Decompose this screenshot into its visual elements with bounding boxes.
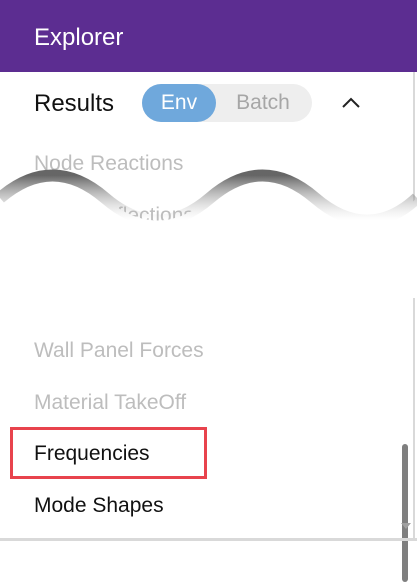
list-item-node-deflections[interactable]: Node Deflections xyxy=(34,204,194,228)
vertical-scrollbar[interactable] xyxy=(398,72,415,582)
results-label: Results xyxy=(34,90,115,117)
toggle-option-batch[interactable]: Batch xyxy=(220,84,306,122)
list-item-node-reactions[interactable]: Node Reactions xyxy=(34,152,183,176)
frequencies-highlight xyxy=(10,427,207,479)
list-item-wall-panel-forces[interactable]: Wall Panel Forces xyxy=(34,339,204,363)
explorer-title: Explorer xyxy=(34,24,124,51)
scroll-down-arrow-icon[interactable] xyxy=(401,523,411,529)
env-batch-toggle[interactable]: Env Batch xyxy=(142,84,312,122)
toggle-option-env[interactable]: Env xyxy=(142,84,216,122)
list-item-material-takeoff[interactable]: Material TakeOff xyxy=(34,391,186,415)
explorer-header: Explorer xyxy=(0,0,417,72)
list-item-mode-shapes[interactable]: Mode Shapes xyxy=(34,494,164,518)
chevron-up-icon[interactable] xyxy=(336,88,366,118)
scrollbar-thumb[interactable] xyxy=(402,444,408,582)
